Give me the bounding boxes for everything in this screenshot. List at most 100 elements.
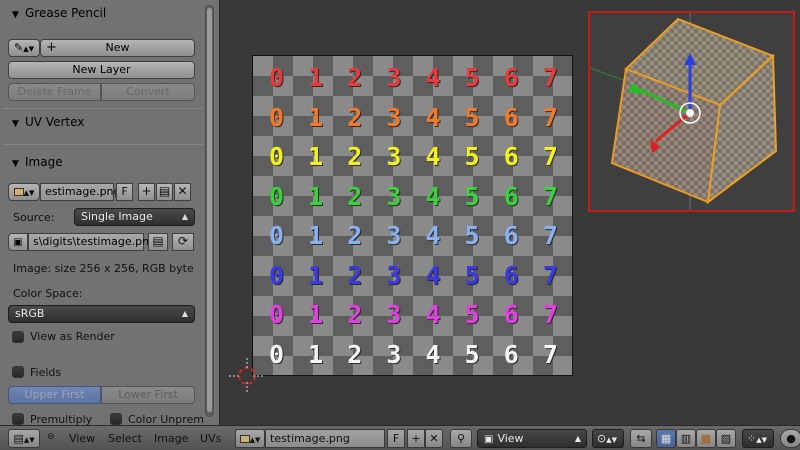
pivot-select[interactable]: ⊙▲▼ bbox=[592, 429, 624, 448]
uv-sync-icon: ⇆ bbox=[636, 432, 646, 445]
view-as-render-checkbox[interactable] bbox=[12, 331, 24, 343]
premultiply-checkbox[interactable] bbox=[12, 413, 24, 425]
filepath-icon-button[interactable]: ▣ bbox=[8, 233, 28, 251]
image-browse-button[interactable]: ▲▼ bbox=[8, 183, 40, 201]
island-mode-icon: ▨ bbox=[720, 432, 732, 445]
new-label: New bbox=[105, 41, 130, 54]
digit-glyph: 5 bbox=[464, 102, 480, 132]
image-panel-header[interactable]: ▼ Image bbox=[0, 151, 206, 173]
digit-glyph: 7 bbox=[542, 102, 558, 132]
island-select-mode-button[interactable]: ▨ bbox=[716, 429, 736, 448]
digit-glyph: 6 bbox=[503, 221, 519, 250]
source-value: Single Image bbox=[81, 210, 153, 223]
pencil-icon: ✎ bbox=[14, 41, 24, 54]
edge-select-mode-button[interactable]: ▥ bbox=[676, 429, 696, 448]
plus-icon: + bbox=[141, 184, 152, 198]
menu-image[interactable]: Image bbox=[154, 432, 188, 445]
uv-image-editor-viewport[interactable]: 0123456701234567012345670123456701234567… bbox=[221, 0, 800, 425]
digit-glyph: 0 bbox=[269, 260, 285, 290]
new-layer-button[interactable]: New Layer bbox=[8, 61, 195, 79]
digit-glyph: 4 bbox=[425, 339, 441, 369]
convert-button[interactable]: Convert bbox=[101, 83, 195, 101]
digit-glyph: 4 bbox=[425, 300, 441, 329]
panel-divider bbox=[3, 108, 203, 109]
grease-pencil-panel-header[interactable]: ▼ Grease Pencil bbox=[0, 2, 206, 24]
uv-vertex-title: UV Vertex bbox=[25, 115, 85, 129]
color-space-select[interactable]: sRGB ▲ bbox=[8, 305, 195, 323]
proportional-edit-button[interactable]: ● bbox=[780, 429, 800, 448]
image-name-field[interactable]: estimage.png bbox=[40, 183, 121, 201]
menu-uvs[interactable]: UVs bbox=[200, 432, 221, 445]
digit-glyph: 5 bbox=[464, 221, 480, 250]
color-unpremultiply-checkbox[interactable] bbox=[110, 413, 122, 425]
pencil-datablock-browse-button[interactable]: ✎▲▼ bbox=[8, 39, 40, 57]
folder-icon: ▤ bbox=[152, 234, 164, 248]
browse-file-button[interactable]: ▤ bbox=[148, 233, 168, 251]
fake-user-button[interactable]: F bbox=[116, 183, 133, 201]
file-icon: ▣ bbox=[13, 237, 23, 248]
header-new-image-button[interactable]: + bbox=[407, 429, 425, 448]
sidebar-scrollbar[interactable] bbox=[205, 5, 214, 417]
digit-glyph: 4 bbox=[425, 181, 441, 211]
digit-glyph: 1 bbox=[308, 181, 324, 211]
digit-glyph: 7 bbox=[542, 300, 558, 329]
source-select[interactable]: Single Image ▲ bbox=[74, 208, 195, 226]
reload-image-button[interactable]: ⟳ bbox=[172, 233, 194, 251]
fields-label: Fields bbox=[30, 366, 62, 379]
digit-glyph: 0 bbox=[269, 221, 285, 250]
header-fake-user-button[interactable]: F bbox=[387, 429, 405, 448]
view-mode-icon: ▣ bbox=[484, 434, 494, 445]
source-label: Source: bbox=[13, 211, 55, 224]
menu-view[interactable]: View bbox=[69, 432, 95, 445]
digit-glyph: 1 bbox=[308, 339, 324, 369]
vertex-select-mode-button[interactable]: ▦ bbox=[656, 429, 676, 448]
digit-glyph: 2 bbox=[347, 142, 363, 171]
digit-glyph: 3 bbox=[386, 260, 402, 290]
digit-glyph: 4 bbox=[425, 63, 441, 92]
scrollbar-thumb[interactable] bbox=[207, 8, 212, 412]
image-panel-title: Image bbox=[25, 155, 63, 169]
header-collapse-icon[interactable]: ⊖ bbox=[47, 432, 55, 442]
close-icon: ✕ bbox=[177, 184, 188, 198]
new-image-button[interactable]: + bbox=[138, 183, 155, 201]
test-image: 0123456701234567012345670123456701234567… bbox=[252, 55, 573, 376]
digit-glyph: 6 bbox=[503, 181, 519, 211]
digit-glyph: 3 bbox=[386, 102, 402, 132]
digit-glyph: 6 bbox=[503, 300, 519, 329]
header-unlink-image-button[interactable]: ✕ bbox=[425, 429, 443, 448]
digit-glyph: 3 bbox=[386, 339, 402, 369]
view-mode-value: View bbox=[497, 432, 524, 445]
filepath-field[interactable]: s\digits\testimage.png bbox=[28, 233, 156, 251]
properties-sidebar: ▼ Grease Pencil ✎▲▼ + New New Layer Delet… bbox=[0, 0, 220, 425]
unlink-image-button[interactable]: ✕ bbox=[174, 183, 191, 201]
pin-button[interactable]: ⚲ bbox=[450, 429, 472, 448]
2d-cursor-icon[interactable] bbox=[227, 356, 267, 396]
digit-glyph: 6 bbox=[503, 63, 519, 92]
view-as-render-label: View as Render bbox=[30, 330, 115, 343]
face-select-mode-button[interactable]: ▩ bbox=[696, 429, 716, 448]
digit-glyph: 6 bbox=[503, 102, 519, 132]
color-space-label: Color Space: bbox=[13, 287, 83, 300]
panel-expanded-icon: ▼ bbox=[12, 159, 19, 169]
header-image-name-field[interactable]: testimage.png bbox=[265, 429, 385, 448]
digit-glyph: 5 bbox=[464, 63, 480, 92]
proportional-edit-icon: ● bbox=[786, 432, 796, 445]
edge-mode-icon: ▥ bbox=[680, 432, 692, 445]
menu-select[interactable]: Select bbox=[108, 432, 142, 445]
uv-vertex-panel-header[interactable]: ▼ UV Vertex bbox=[0, 111, 206, 133]
grease-pencil-new-button[interactable]: + New bbox=[40, 39, 195, 57]
sticky-selection-select[interactable]: ⁘▲▼ bbox=[742, 429, 774, 448]
sync-uv-selection-button[interactable]: ⇆ bbox=[630, 429, 652, 448]
fields-checkbox[interactable] bbox=[12, 366, 24, 378]
updown-arrow-icon: ▲ bbox=[181, 212, 188, 221]
header-image-browse-button[interactable]: ▲▼ bbox=[235, 429, 265, 448]
editor-type-button[interactable]: ▤▲▼ bbox=[8, 429, 40, 448]
view-mode-select[interactable]: ▣ View ▲ bbox=[477, 429, 587, 448]
open-image-button[interactable]: ▤ bbox=[156, 183, 173, 201]
digit-glyph: 7 bbox=[542, 260, 558, 290]
upper-first-button[interactable]: Upper First bbox=[8, 386, 101, 404]
lower-first-button[interactable]: Lower First bbox=[101, 386, 195, 404]
delete-frame-button[interactable]: Delete Frame bbox=[8, 83, 101, 101]
digit-glyph: 7 bbox=[542, 63, 558, 92]
digit-glyph: 1 bbox=[308, 102, 324, 132]
